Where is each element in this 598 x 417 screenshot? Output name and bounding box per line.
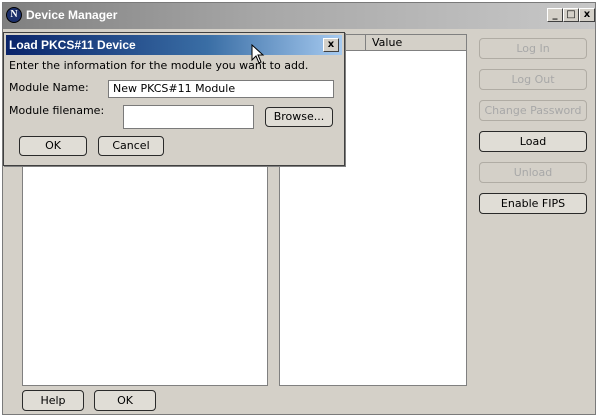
unload-button[interactable]: Unload xyxy=(479,162,587,183)
load-pkcs11-dialog: Load PKCS#11 Device x Enter the informat… xyxy=(3,32,345,166)
browse-button[interactable]: Browse... xyxy=(265,107,333,127)
minimize-button[interactable]: _ xyxy=(547,8,563,22)
change-password-button[interactable]: Change Password xyxy=(479,100,587,121)
dialog-close-button[interactable]: x xyxy=(323,38,339,52)
ok-button[interactable]: OK xyxy=(94,390,156,411)
load-button[interactable]: Load xyxy=(479,131,587,152)
maximize-button[interactable]: □ xyxy=(563,8,579,22)
enable-fips-button[interactable]: Enable FIPS xyxy=(479,193,587,214)
close-button[interactable]: x xyxy=(579,8,595,22)
mouse-pointer-icon xyxy=(251,44,265,64)
module-name-field[interactable]: New PKCS#11 Module xyxy=(108,80,334,98)
dialog-cancel-button[interactable]: Cancel xyxy=(98,136,164,156)
dialog-ok-button[interactable]: OK xyxy=(19,136,87,156)
log-in-button[interactable]: Log In xyxy=(479,38,587,59)
dialog-titlebar[interactable]: Load PKCS#11 Device x xyxy=(6,35,342,55)
window-title: Device Manager xyxy=(26,8,118,22)
module-name-label: Module Name: xyxy=(9,81,89,94)
window-titlebar[interactable]: N Device Manager _ □ x xyxy=(3,3,595,29)
log-out-button[interactable]: Log Out xyxy=(479,69,587,90)
module-filename-label: Module filename: xyxy=(9,104,105,117)
column-header-value[interactable]: Value xyxy=(366,35,466,51)
dialog-title: Load PKCS#11 Device xyxy=(9,38,136,52)
help-button[interactable]: Help xyxy=(22,390,84,411)
module-filename-field[interactable] xyxy=(123,105,254,129)
netscape-n-icon: N xyxy=(6,7,22,23)
